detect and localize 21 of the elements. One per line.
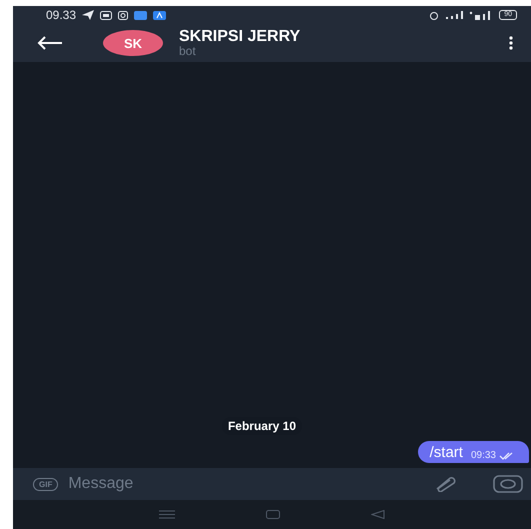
signal-icon [445,11,464,19]
app-icon [134,10,148,20]
app-icon [153,10,166,20]
home-icon[interactable] [266,510,280,519]
chat-title: SKRIPSI JERRY [179,28,302,45]
avatar[interactable]: SK [103,30,163,56]
back-icon[interactable] [371,510,386,519]
camera-icon[interactable] [493,475,523,493]
message-time: 09:33 [470,450,496,461]
camera-icon [118,10,128,20]
message-text: /start [430,444,463,461]
paper-plane-icon [82,10,94,20]
back-arrow-icon[interactable] [37,36,63,50]
message-bubble[interactable]: /start 09:33 [418,441,529,463]
menu-icon[interactable] [158,510,175,519]
gif-button[interactable]: GIF [33,478,58,490]
status-time: 09.33 [46,8,76,22]
chat-subtitle: bot [179,45,197,58]
message-input[interactable]: Message [68,475,423,493]
more-menu-icon[interactable] [509,36,513,50]
message-composer[interactable]: GIF Message [13,468,531,500]
